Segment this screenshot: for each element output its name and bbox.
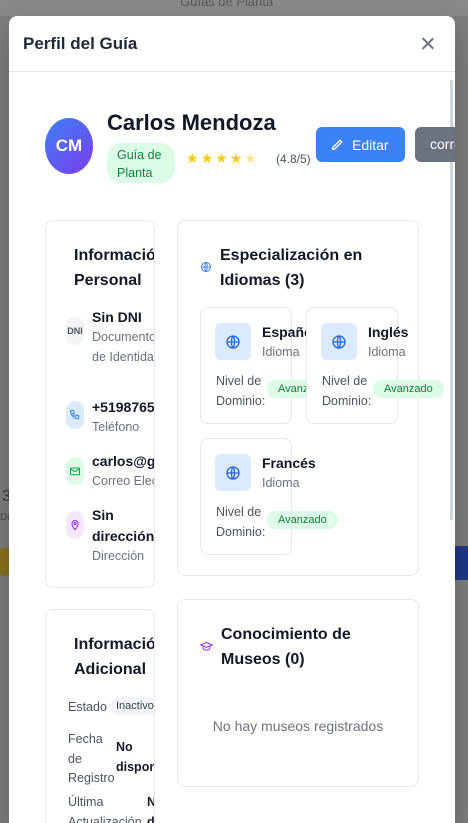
globe-icon [215, 454, 251, 491]
address-value: Sin dirección [92, 507, 155, 544]
language-card-english: Inglés Idioma Nivel de Dominio: Avanzado [306, 307, 444, 424]
modal-header: Perfil del Guía [9, 16, 455, 72]
additional-info-title: Información Adicional [74, 636, 155, 678]
address-label: Dirección [92, 549, 145, 563]
museums-card: Conocimiento de Museos (0) No hay museos… [177, 599, 419, 787]
language-name: Francés [262, 455, 316, 471]
star-half-icon: ★ [244, 150, 257, 166]
rating-stars: ★ ★ ★ ★ ★ [186, 150, 257, 166]
personal-info-title: Información Personal [74, 247, 155, 289]
personal-info-card: Información Personal DNI Sin DNI Documen… [45, 220, 155, 588]
phone-value: +519876543 [92, 399, 155, 415]
modal-body[interactable]: CM Carlos Mendoza Guía de Planta ★ ★ ★ ★… [9, 72, 455, 823]
guide-profile-modal: Perfil del Guía CM Carlos Mendoza Guía d… [9, 16, 455, 823]
language-card-spanish: Español Idioma Nivel de Dominio: Avanzad… [200, 307, 338, 424]
background-action [455, 546, 468, 580]
star-icon: ★ [215, 150, 228, 166]
edit-button[interactable]: Editar [316, 127, 405, 162]
edit-button-label: Editar [352, 136, 389, 153]
language-sub: Idioma [368, 345, 406, 359]
phone-icon [66, 401, 84, 429]
graduation-cap-icon [200, 641, 213, 651]
mail-icon [66, 457, 84, 485]
updated-value: No disponible [147, 795, 155, 823]
globe-icon [215, 323, 251, 360]
dni-value: Sin DNI [92, 309, 142, 325]
email-button[interactable]: correo [415, 127, 455, 162]
email-value: carlos@guia [92, 453, 155, 469]
modal-title: Perfil del Guía [23, 34, 138, 53]
state-label: Estado [68, 700, 107, 714]
languages-title: Especialización en Idiomas (3) [220, 247, 363, 289]
registered-value: No disponible [116, 740, 154, 774]
dni-label: Documento de Identidad [92, 330, 155, 364]
star-icon: ★ [186, 150, 199, 166]
close-icon[interactable] [419, 35, 437, 53]
globe-icon [321, 323, 357, 360]
background-header: Guías de Planta [0, 0, 468, 16]
language-card-french: Francés Idioma Nivel de Dominio: Avanzad… [200, 438, 338, 555]
registered-label: Fecha de Registro [68, 732, 115, 785]
email-label: Correo Electró [92, 474, 154, 488]
rating-text: (4.8/5) [276, 152, 311, 166]
language-sub: Idioma [262, 476, 300, 490]
id-card-icon: DNI [66, 317, 84, 345]
updated-label: Última Actualización [68, 795, 142, 823]
background-page-title: Guías de Planta [180, 0, 274, 9]
avatar: CM [45, 118, 93, 174]
languages-card: Especialización en Idiomas (3) Español I… [177, 220, 444, 576]
level-badge: Avanzado [373, 380, 444, 398]
additional-info-card: Información Adicional Estado Inactivo Fe… [45, 609, 155, 823]
state-badge: Inactivo [110, 697, 154, 715]
language-name: Inglés [368, 324, 409, 340]
language-sub: Idioma [262, 345, 300, 359]
guide-name: Carlos Mendoza [107, 110, 276, 135]
museums-title: Conocimiento de Museos (0) [221, 626, 351, 668]
star-icon: ★ [200, 150, 214, 166]
museums-empty-text: No hay museos registrados [212, 718, 384, 734]
globe-icon [201, 262, 211, 272]
phone-label: Teléfono [92, 420, 140, 434]
guide-type-badge: Guía de Planta [107, 143, 175, 183]
level-badge: Avanzado [267, 511, 338, 529]
pencil-icon [331, 138, 343, 150]
map-pin-icon [66, 511, 84, 539]
star-icon: ★ [229, 150, 243, 166]
